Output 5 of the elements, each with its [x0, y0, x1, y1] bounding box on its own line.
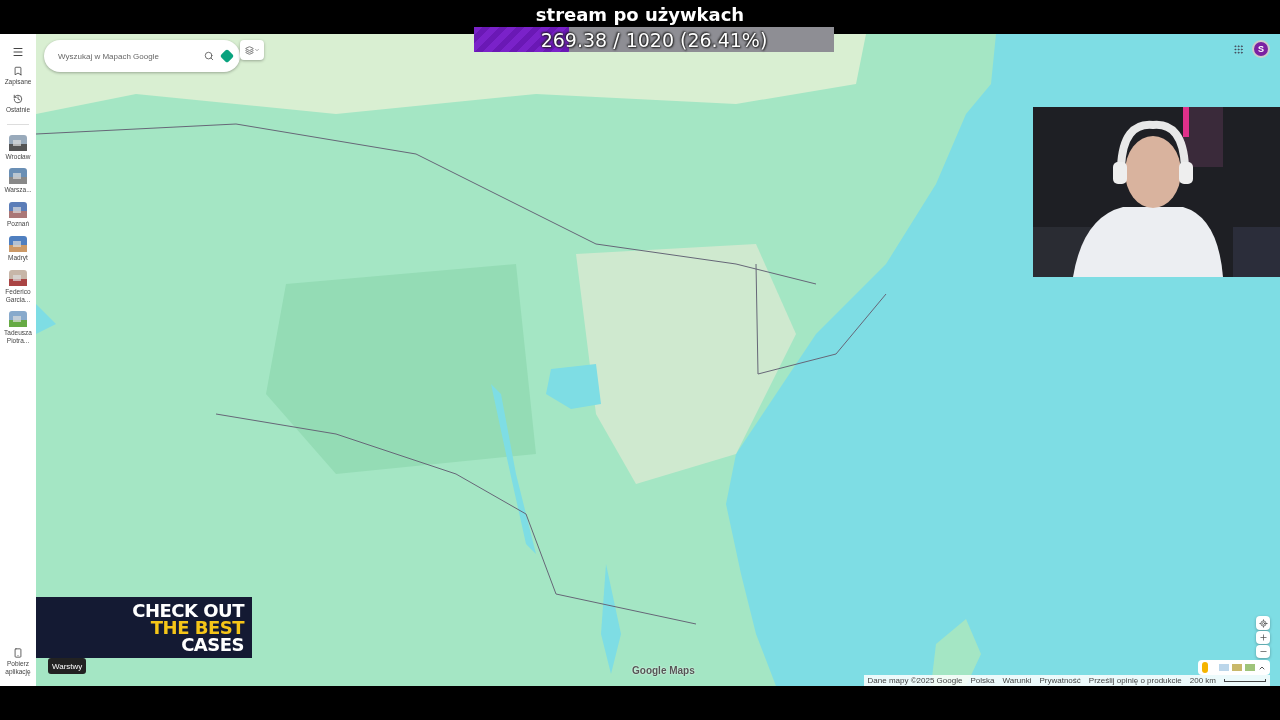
history-icon [13, 93, 23, 104]
stream-title: stream po używkach [535, 3, 745, 25]
bookmark-icon [13, 66, 23, 76]
phone-icon [13, 648, 23, 659]
menu-icon[interactable] [12, 46, 24, 58]
